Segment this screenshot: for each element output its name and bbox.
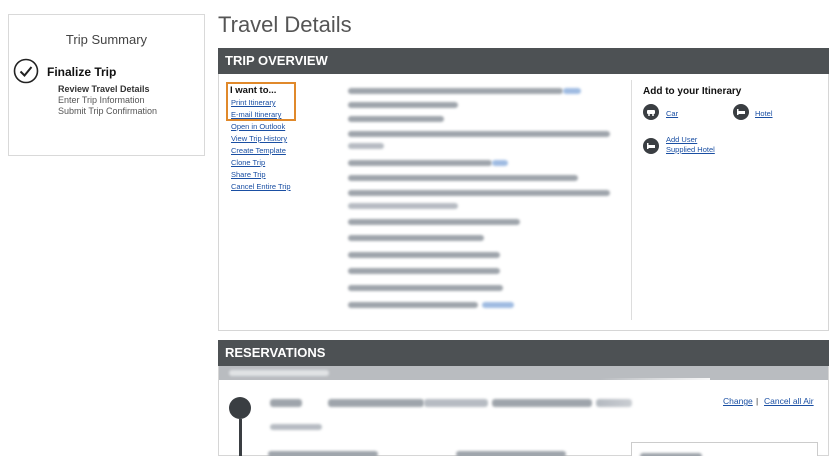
substep-submit: Submit Trip Confirmation	[58, 106, 158, 116]
seat-info-card	[631, 442, 818, 456]
summary-title: Trip Summary	[65, 32, 148, 47]
reservation-date-bar	[219, 366, 828, 380]
add-to-itinerary-title: Add to your Itinerary	[643, 86, 742, 97]
create-template-link[interactable]: Create Template	[231, 146, 286, 155]
change-link[interactable]: Change	[723, 396, 753, 406]
car-icon[interactable]	[643, 104, 659, 120]
check-circle-icon	[13, 58, 39, 84]
add-car-link[interactable]: Car	[666, 109, 678, 118]
column-divider	[631, 80, 632, 320]
substep-enter-info: Enter Trip Information	[58, 95, 145, 105]
share-trip-link[interactable]: Share Trip	[231, 170, 266, 179]
timeline-line	[239, 419, 242, 456]
cancel-entire-trip-link[interactable]: Cancel Entire Trip	[231, 182, 291, 191]
open-in-outlook-link[interactable]: Open in Outlook	[231, 122, 285, 131]
current-step-label: Finalize Trip	[47, 65, 117, 79]
print-itinerary-link[interactable]: Print Itinerary	[231, 98, 276, 107]
hotel-icon[interactable]	[733, 104, 749, 120]
add-hotel-link[interactable]: Hotel	[755, 109, 773, 118]
fade-overlay	[600, 378, 710, 418]
i-want-to-title: I want to...	[230, 85, 277, 96]
user-hotel-icon[interactable]	[643, 138, 659, 154]
add-user-supplied-hotel-link[interactable]: Add User Supplied Hotel	[666, 135, 726, 155]
cancel-all-air-link[interactable]: Cancel all Air	[764, 396, 814, 406]
clone-trip-link[interactable]: Clone Trip	[231, 158, 265, 167]
reservations-header: RESERVATIONS	[218, 340, 829, 366]
view-trip-history-link[interactable]: View Trip History	[231, 134, 287, 143]
flight-icon	[229, 397, 251, 419]
link-separator: |	[756, 396, 759, 406]
trip-overview-header: TRIP OVERVIEW	[218, 48, 829, 74]
email-itinerary-link[interactable]: E-mail Itinerary	[231, 110, 281, 119]
substep-review: Review Travel Details	[58, 84, 150, 94]
page-title: Travel Details	[218, 12, 352, 37]
